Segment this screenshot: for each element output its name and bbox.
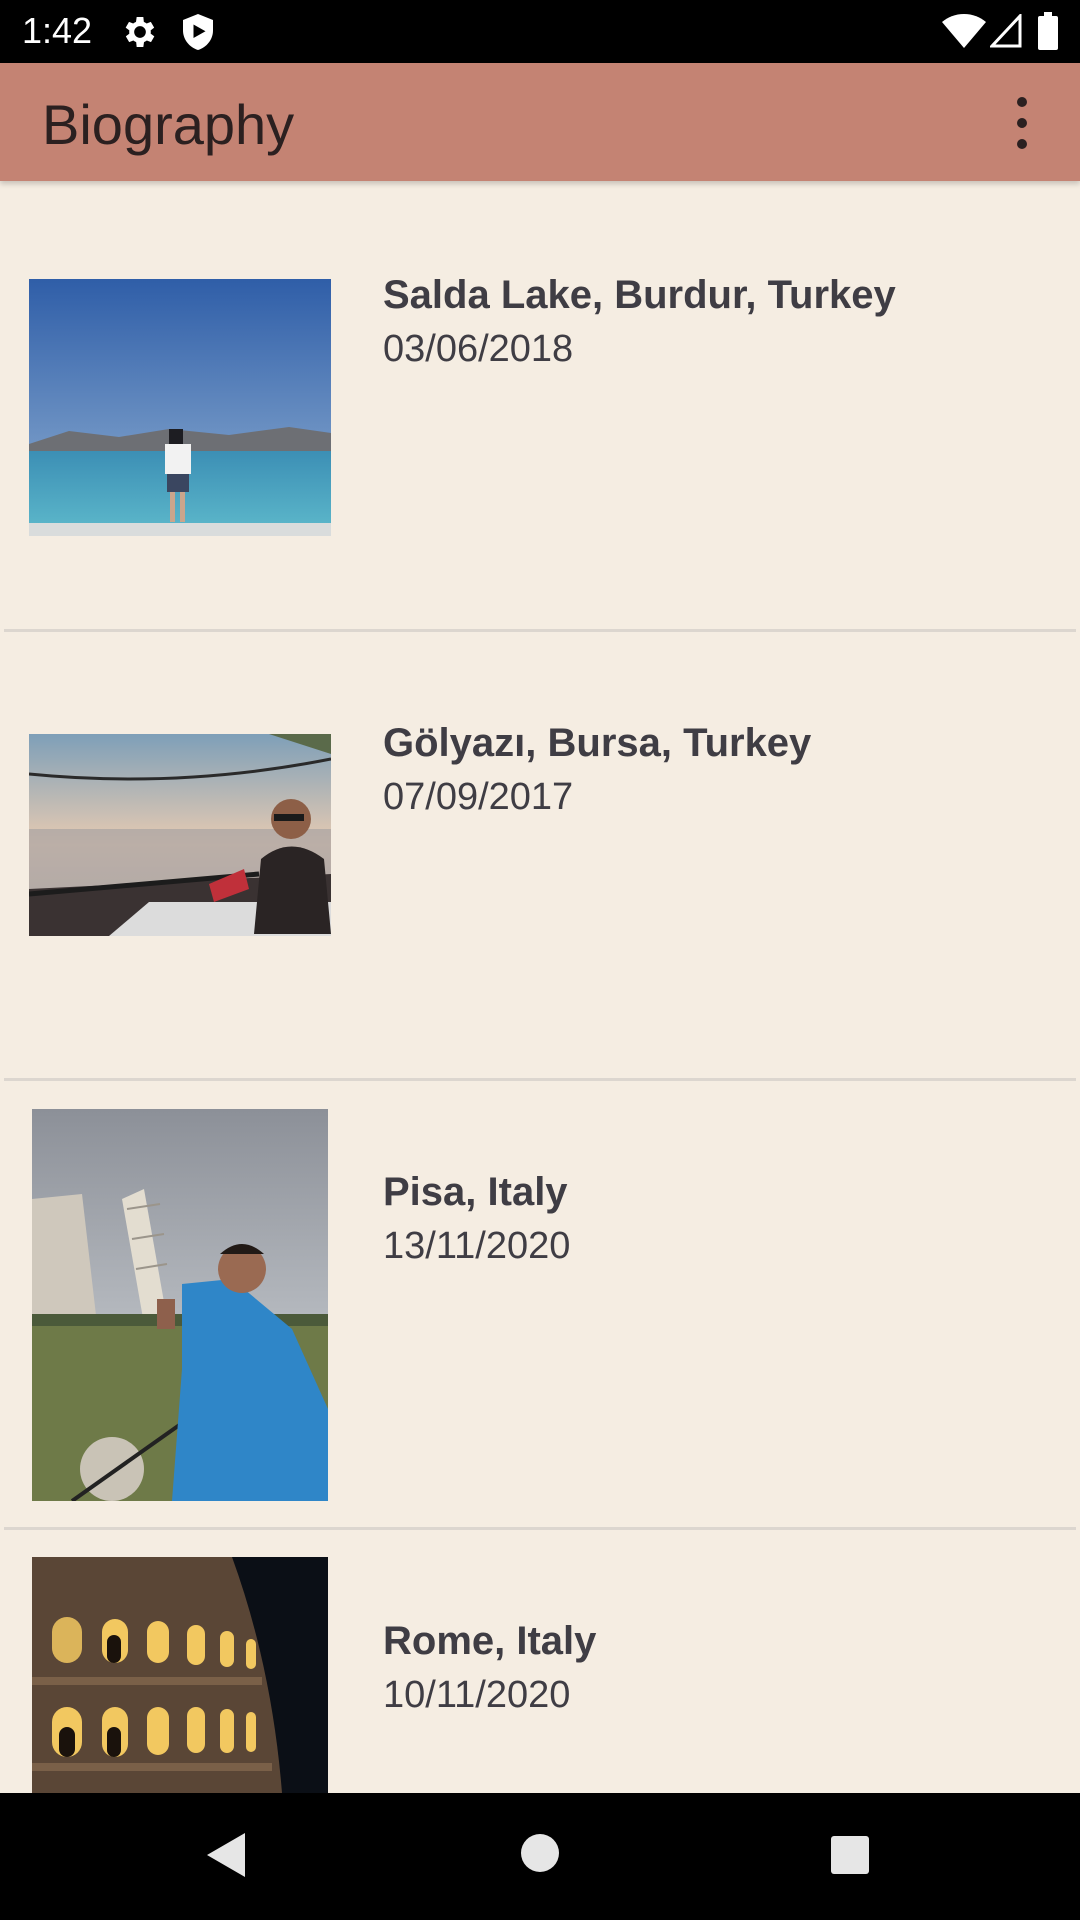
wifi-icon [942, 14, 986, 48]
list-item[interactable]: Pisa, Italy 13/11/2020 [0, 1079, 1080, 1530]
item-date: 13/11/2020 [383, 1225, 571, 1267]
gear-icon [125, 17, 155, 47]
item-title: Gölyazı, Bursa, Turkey [383, 721, 812, 765]
status-time: 1:42 [22, 10, 93, 51]
item-title: Pisa, Italy [383, 1170, 568, 1214]
list-item[interactable]: Rome, Italy 10/11/2020 [0, 1528, 1080, 1793]
leaning-tower-photo [32, 1109, 328, 1501]
item-date: 10/11/2020 [383, 1674, 571, 1716]
status-bar: 1:42 [0, 0, 1080, 63]
item-date: 07/09/2017 [383, 776, 574, 818]
navigation-bar [0, 1793, 1080, 1920]
home-icon[interactable] [520, 1833, 560, 1873]
shield-icon [183, 14, 213, 50]
lake-photo [29, 279, 331, 536]
page-title: Biography [42, 93, 295, 156]
item-title: Rome, Italy [383, 1619, 597, 1663]
item-title: Salda Lake, Burdur, Turkey [383, 273, 896, 317]
app-bar: Biography [0, 63, 1080, 181]
biography-list[interactable]: Salda Lake, Burdur, Turkey 03/06/2018 Gö… [0, 181, 1080, 1793]
battery-icon [1038, 12, 1058, 50]
boat-sunset-photo [29, 734, 331, 936]
list-item[interactable]: Gölyazı, Bursa, Turkey 07/09/2017 [0, 630, 1080, 1081]
back-icon[interactable] [205, 1831, 247, 1879]
recents-icon[interactable] [830, 1835, 870, 1875]
signal-icon [990, 14, 1022, 48]
colosseum-photo [32, 1557, 328, 1793]
item-date: 03/06/2018 [383, 328, 574, 370]
list-item[interactable]: Salda Lake, Burdur, Turkey 03/06/2018 [0, 181, 1080, 632]
more-vert-icon[interactable] [1000, 93, 1044, 153]
